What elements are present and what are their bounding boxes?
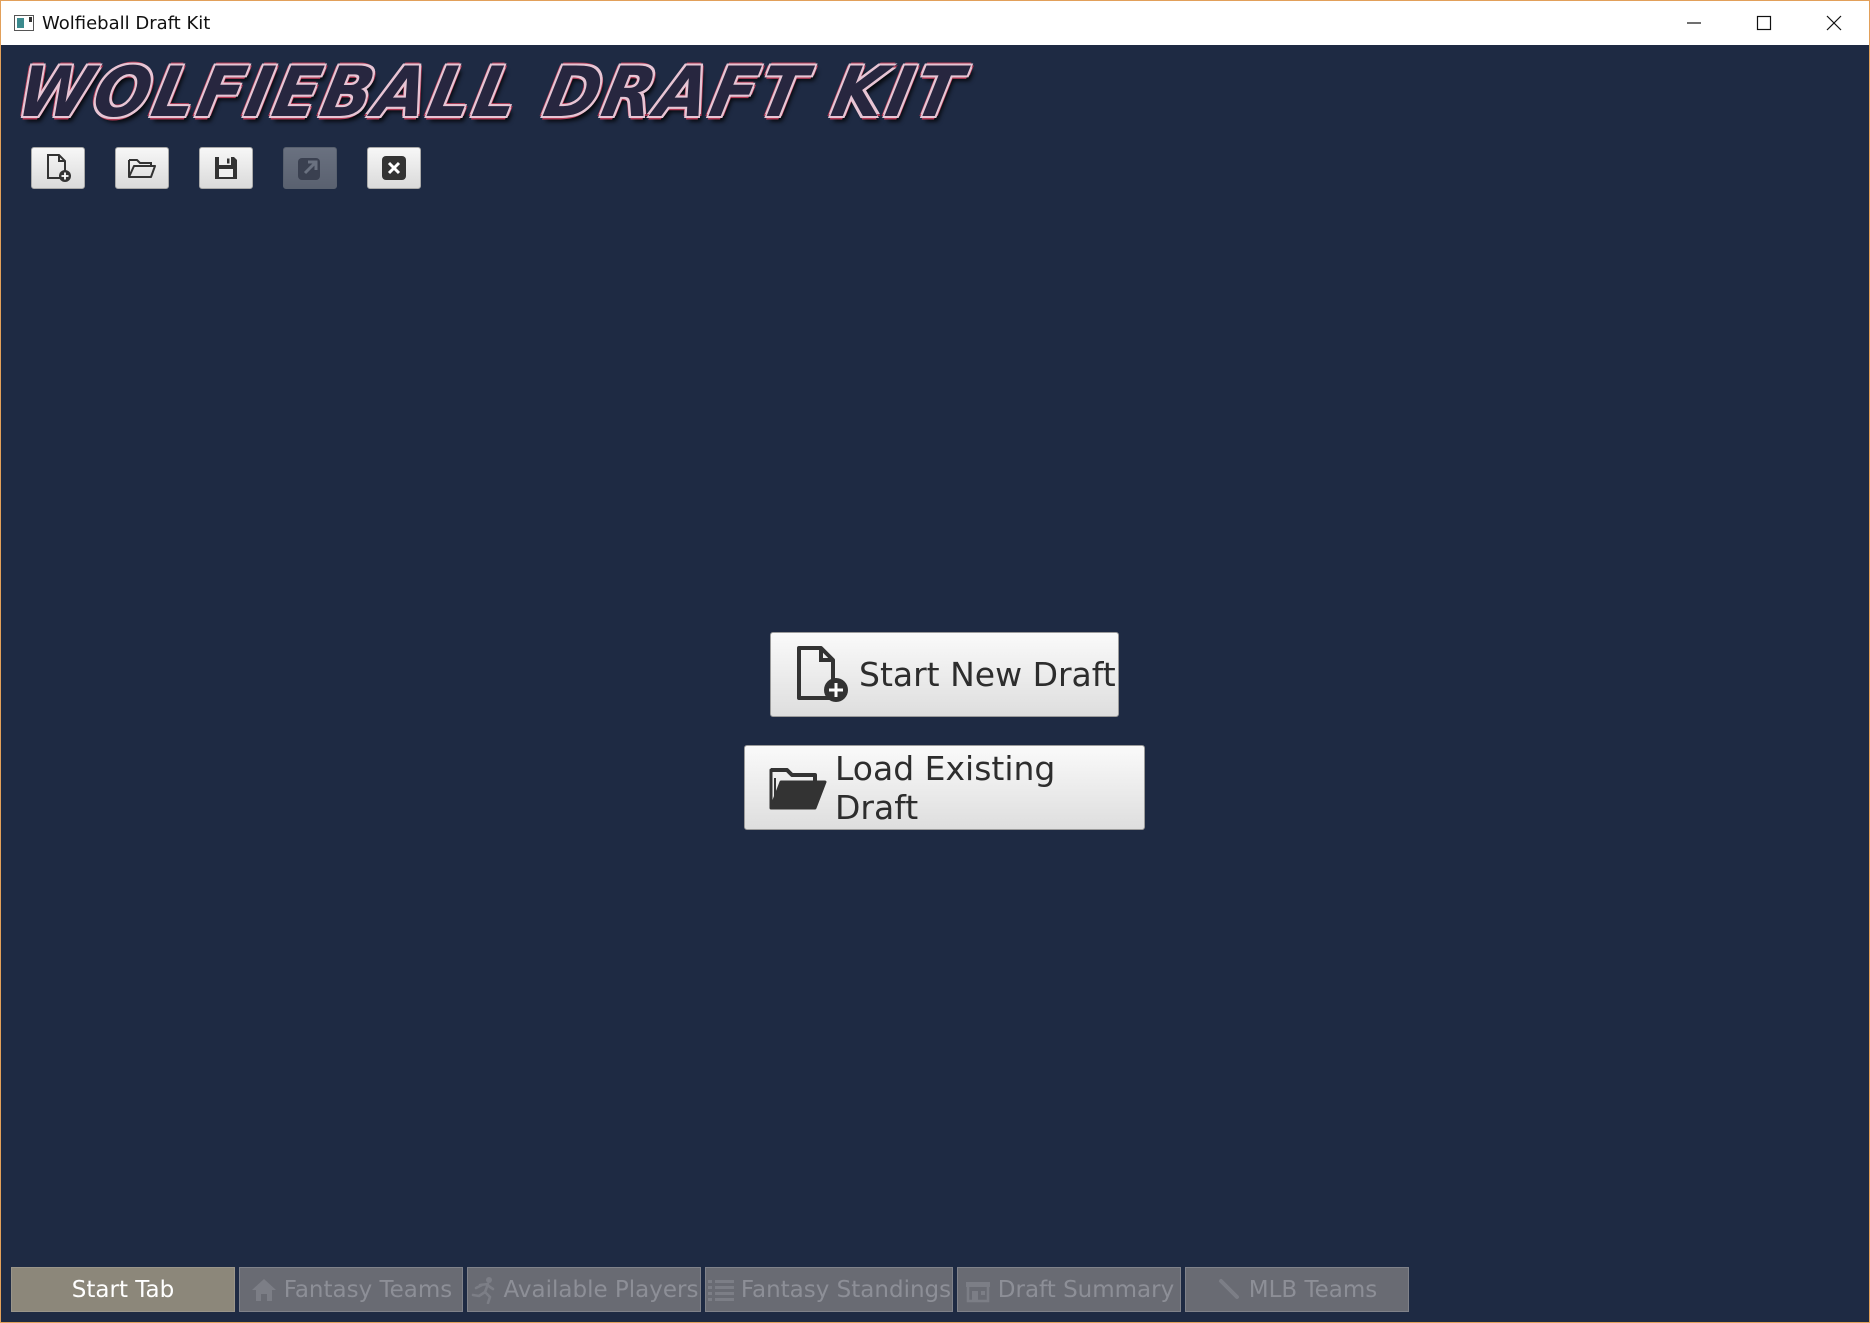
load-existing-draft-button[interactable]: Load Existing Draft xyxy=(744,745,1145,830)
maximize-button[interactable] xyxy=(1729,1,1799,45)
tab-label: Available Players xyxy=(503,1276,699,1303)
window-controls xyxy=(1659,1,1869,45)
maximize-icon xyxy=(1756,15,1772,31)
app-icon xyxy=(14,15,34,31)
exit-toolbar-button[interactable] xyxy=(367,147,421,189)
exit-icon xyxy=(382,156,406,180)
store-icon xyxy=(964,1276,992,1304)
tab-fantasy-teams[interactable]: Fantasy Teams xyxy=(239,1267,463,1312)
open-folder-icon xyxy=(767,762,829,814)
tab-start[interactable]: Start Tab xyxy=(11,1267,235,1312)
load-draft-toolbar-button[interactable] xyxy=(115,147,169,189)
home-icon xyxy=(250,1277,278,1303)
bat-icon xyxy=(1217,1277,1243,1303)
start-new-draft-label: Start New Draft xyxy=(859,655,1116,694)
list-icon xyxy=(707,1278,735,1302)
start-new-draft-button[interactable]: Start New Draft xyxy=(770,632,1119,717)
close-icon xyxy=(1826,15,1842,31)
load-existing-draft-label: Load Existing Draft xyxy=(835,748,1056,827)
app-content: WOLFIEBALL DRAFT KIT Start New Draft Loa… xyxy=(1,45,1869,1322)
tab-label: Fantasy Standings xyxy=(740,1276,952,1303)
tab-fantasy-standings[interactable]: Fantasy Standings xyxy=(705,1267,953,1312)
minimize-icon xyxy=(1687,22,1701,24)
new-draft-toolbar-button[interactable] xyxy=(31,147,85,189)
running-man-icon xyxy=(470,1276,498,1304)
minimize-button[interactable] xyxy=(1659,1,1729,45)
app-logo: WOLFIEBALL DRAFT KIT xyxy=(10,52,973,133)
title-bar: Wolfieball Draft Kit xyxy=(1,1,1869,45)
new-document-icon xyxy=(793,644,853,706)
export-draft-toolbar-button[interactable] xyxy=(283,147,337,189)
tab-mlb-teams[interactable]: MLB Teams xyxy=(1185,1267,1409,1312)
export-icon xyxy=(298,158,320,180)
tab-label: Draft Summary xyxy=(997,1276,1175,1303)
open-folder-icon xyxy=(128,159,156,178)
tab-label: Fantasy Teams xyxy=(283,1276,453,1303)
tab-label: MLB Teams xyxy=(1248,1276,1378,1303)
app-window: Wolfieball Draft Kit WOLFIEBALL DRAFT KI… xyxy=(0,0,1870,1323)
window-title: Wolfieball Draft Kit xyxy=(42,12,211,34)
tab-available-players[interactable]: Available Players xyxy=(467,1267,701,1312)
save-draft-toolbar-button[interactable] xyxy=(199,147,253,189)
close-button[interactable] xyxy=(1799,1,1869,45)
tab-draft-summary[interactable]: Draft Summary xyxy=(957,1267,1181,1312)
tab-label: Start Tab xyxy=(71,1276,175,1303)
save-icon xyxy=(215,157,237,179)
new-document-icon xyxy=(47,154,71,182)
